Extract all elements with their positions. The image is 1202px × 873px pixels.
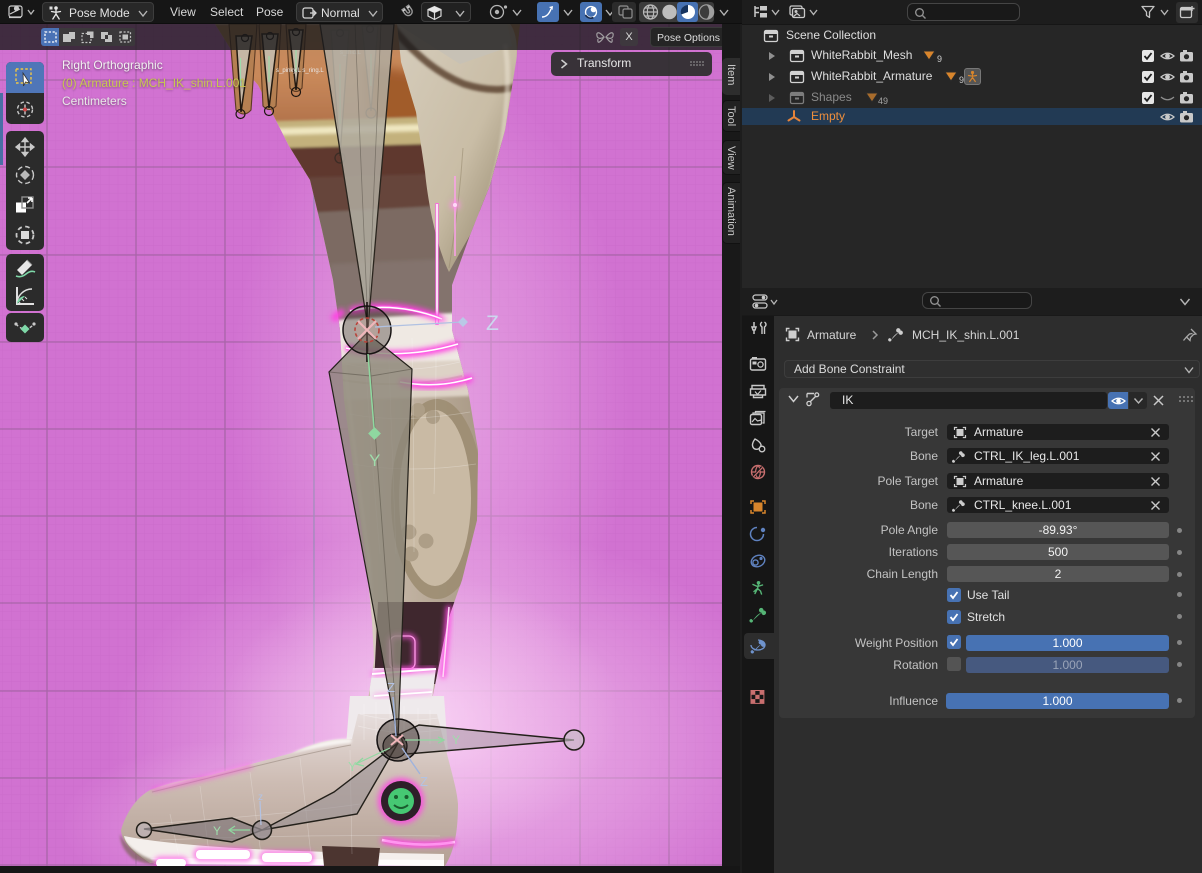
- svg-text:Y: Y: [369, 451, 380, 470]
- svg-text:Y: Y: [213, 824, 221, 838]
- svg-text:Y: Y: [452, 733, 460, 747]
- svg-text:49: 49: [878, 96, 888, 106]
- svg-text:Z: Z: [387, 680, 395, 695]
- svg-text:Z: Z: [420, 774, 428, 789]
- svg-text:z: z: [258, 792, 263, 803]
- svg-text:s_pinky.L s_ring.L: s_pinky.L s_ring.L: [276, 68, 324, 74]
- svg-text:9: 9: [937, 54, 942, 64]
- svg-text:Y: Y: [348, 759, 357, 774]
- svg-text:Z: Z: [486, 312, 499, 335]
